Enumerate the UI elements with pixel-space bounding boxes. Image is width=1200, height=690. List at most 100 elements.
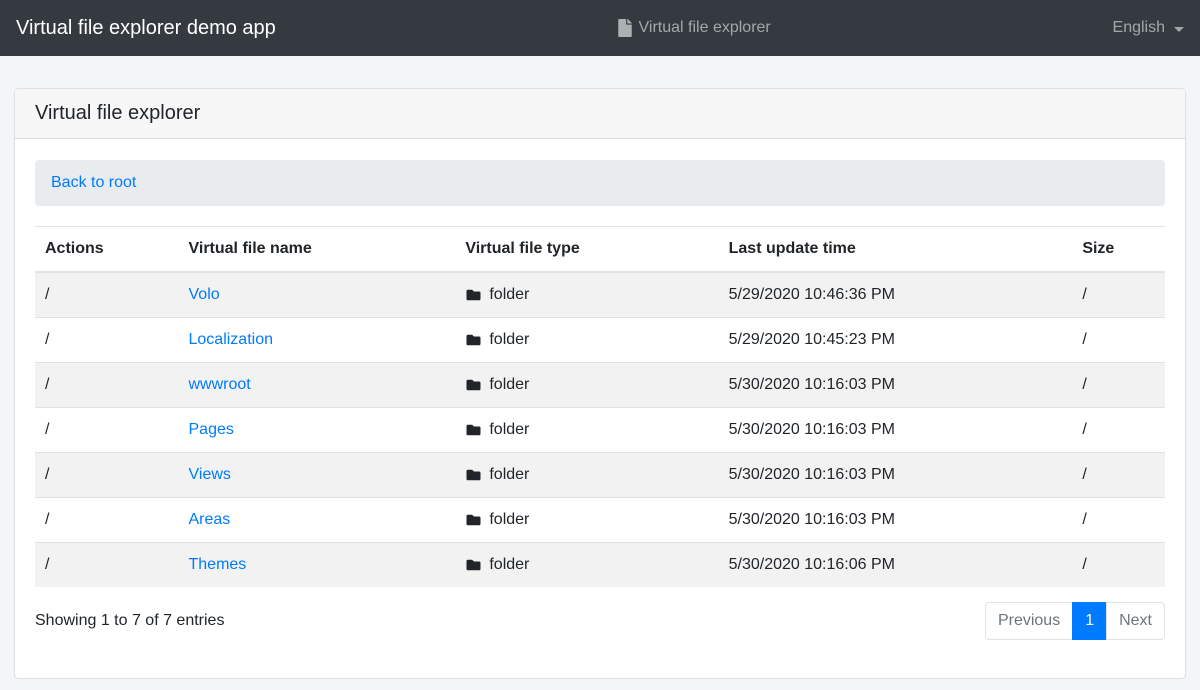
table-row: / Views folder 5/30/2020 10:16:03 PM / [35,453,1165,498]
actions-value: / [45,556,49,573]
cell-updated: 5/29/2020 10:46:36 PM [719,272,1073,318]
back-to-root-link[interactable]: Back to root [51,174,136,191]
folder-icon [465,378,482,392]
column-header-type: Virtual file type [455,227,718,273]
file-name-link[interactable]: Localization [189,331,274,348]
pagination: Previous 1 Next [985,602,1165,640]
cell-size: / [1072,408,1165,453]
table-row: / Areas folder 5/30/2020 10:16:03 PM / [35,498,1165,543]
cell-actions: / [35,498,179,543]
column-header-actions: Actions [35,227,179,273]
card-header: Virtual file explorer [15,89,1185,139]
cell-updated: 5/30/2020 10:16:03 PM [719,408,1073,453]
updated-value: 5/30/2020 10:16:03 PM [729,466,895,483]
card-title: Virtual file explorer [35,102,200,124]
navbar-brand[interactable]: Virtual file explorer demo app [16,17,276,40]
file-type-label: folder [489,465,529,485]
size-value: / [1082,421,1086,438]
language-label: English [1113,19,1165,37]
cell-size: / [1072,498,1165,543]
table-footer: Showing 1 to 7 of 7 entries Previous 1 N… [35,602,1165,658]
updated-value: 5/30/2020 10:16:03 PM [729,376,895,393]
table-row: / wwwroot folder 5/30/2020 10:16:03 PM / [35,363,1165,408]
updated-value: 5/30/2020 10:16:03 PM [729,511,895,528]
table-row: / Themes folder 5/30/2020 10:16:06 PM / [35,543,1165,588]
cell-type: folder [455,543,718,588]
navbar: Virtual file explorer demo app Virtual f… [0,0,1200,56]
size-value: / [1082,556,1086,573]
cell-type: folder [455,318,718,363]
folder-icon [465,558,482,572]
cell-actions: / [35,453,179,498]
column-header-name: Virtual file name [179,227,456,273]
nav-item-virtual-file-explorer[interactable]: Virtual file explorer [618,19,771,37]
pagination-previous[interactable]: Previous [985,602,1073,640]
file-table: Actions Virtual file name Virtual file t… [35,226,1165,587]
folder-icon [465,333,482,347]
cell-actions: / [35,543,179,588]
cell-updated: 5/30/2020 10:16:03 PM [719,453,1073,498]
cell-updated: 5/29/2020 10:45:23 PM [719,318,1073,363]
file-name-link[interactable]: Views [189,466,231,483]
file-icon [618,19,632,37]
cell-actions: / [35,408,179,453]
size-value: / [1082,331,1086,348]
pagination-item: Next [1107,602,1165,640]
cell-name: Themes [179,543,456,588]
column-header-size: Size [1072,227,1165,273]
table-row: / Localization folder 5/29/2020 10:45:23… [35,318,1165,363]
folder-icon [465,513,482,527]
cell-actions: / [35,318,179,363]
caret-down-icon [1174,27,1184,32]
cell-type: folder [455,272,718,318]
cell-name: Localization [179,318,456,363]
updated-value: 5/30/2020 10:16:06 PM [729,556,895,573]
cell-size: / [1072,453,1165,498]
actions-value: / [45,511,49,528]
cell-type: folder [455,498,718,543]
updated-value: 5/30/2020 10:16:03 PM [729,421,895,438]
nav-item-label: Virtual file explorer [639,19,771,37]
file-type-label: folder [489,285,529,305]
pagination-page-1[interactable]: 1 [1072,602,1107,640]
file-name-link[interactable]: Pages [189,421,234,438]
navbar-center: Virtual file explorer [276,19,1113,37]
page-content: Virtual file explorer Back to root Actio… [0,56,1200,679]
size-value: / [1082,376,1086,393]
table-row: / Pages folder 5/30/2020 10:16:03 PM / [35,408,1165,453]
file-name-link[interactable]: Areas [189,511,231,528]
actions-value: / [45,376,49,393]
cell-type: folder [455,363,718,408]
file-type-label: folder [489,375,529,395]
folder-icon [465,423,482,437]
cell-actions: / [35,363,179,408]
size-value: / [1082,511,1086,528]
file-name-link[interactable]: Themes [189,556,247,573]
file-name-link[interactable]: Volo [189,286,220,303]
cell-size: / [1072,543,1165,588]
cell-size: / [1072,272,1165,318]
folder-icon [465,468,482,482]
actions-value: / [45,466,49,483]
table-info: Showing 1 to 7 of 7 entries [35,612,224,630]
file-name-link[interactable]: wwwroot [189,376,251,393]
file-type-label: folder [489,510,529,530]
cell-name: Views [179,453,456,498]
cell-actions: / [35,272,179,318]
cell-type: folder [455,408,718,453]
language-dropdown[interactable]: English [1113,19,1184,37]
pagination-next[interactable]: Next [1106,602,1165,640]
pagination-item: 1 [1073,602,1107,640]
file-type-label: folder [489,330,529,350]
cell-updated: 5/30/2020 10:16:03 PM [719,498,1073,543]
updated-value: 5/29/2020 10:46:36 PM [729,286,895,303]
updated-value: 5/29/2020 10:45:23 PM [729,331,895,348]
cell-updated: 5/30/2020 10:16:03 PM [719,363,1073,408]
table-header-row: Actions Virtual file name Virtual file t… [35,227,1165,273]
actions-value: / [45,331,49,348]
cell-name: Volo [179,272,456,318]
file-explorer-card: Virtual file explorer Back to root Actio… [14,88,1186,679]
file-type-label: folder [489,420,529,440]
table-body: / Volo folder 5/29/2020 10:46:36 PM / / … [35,272,1165,587]
cell-name: wwwroot [179,363,456,408]
